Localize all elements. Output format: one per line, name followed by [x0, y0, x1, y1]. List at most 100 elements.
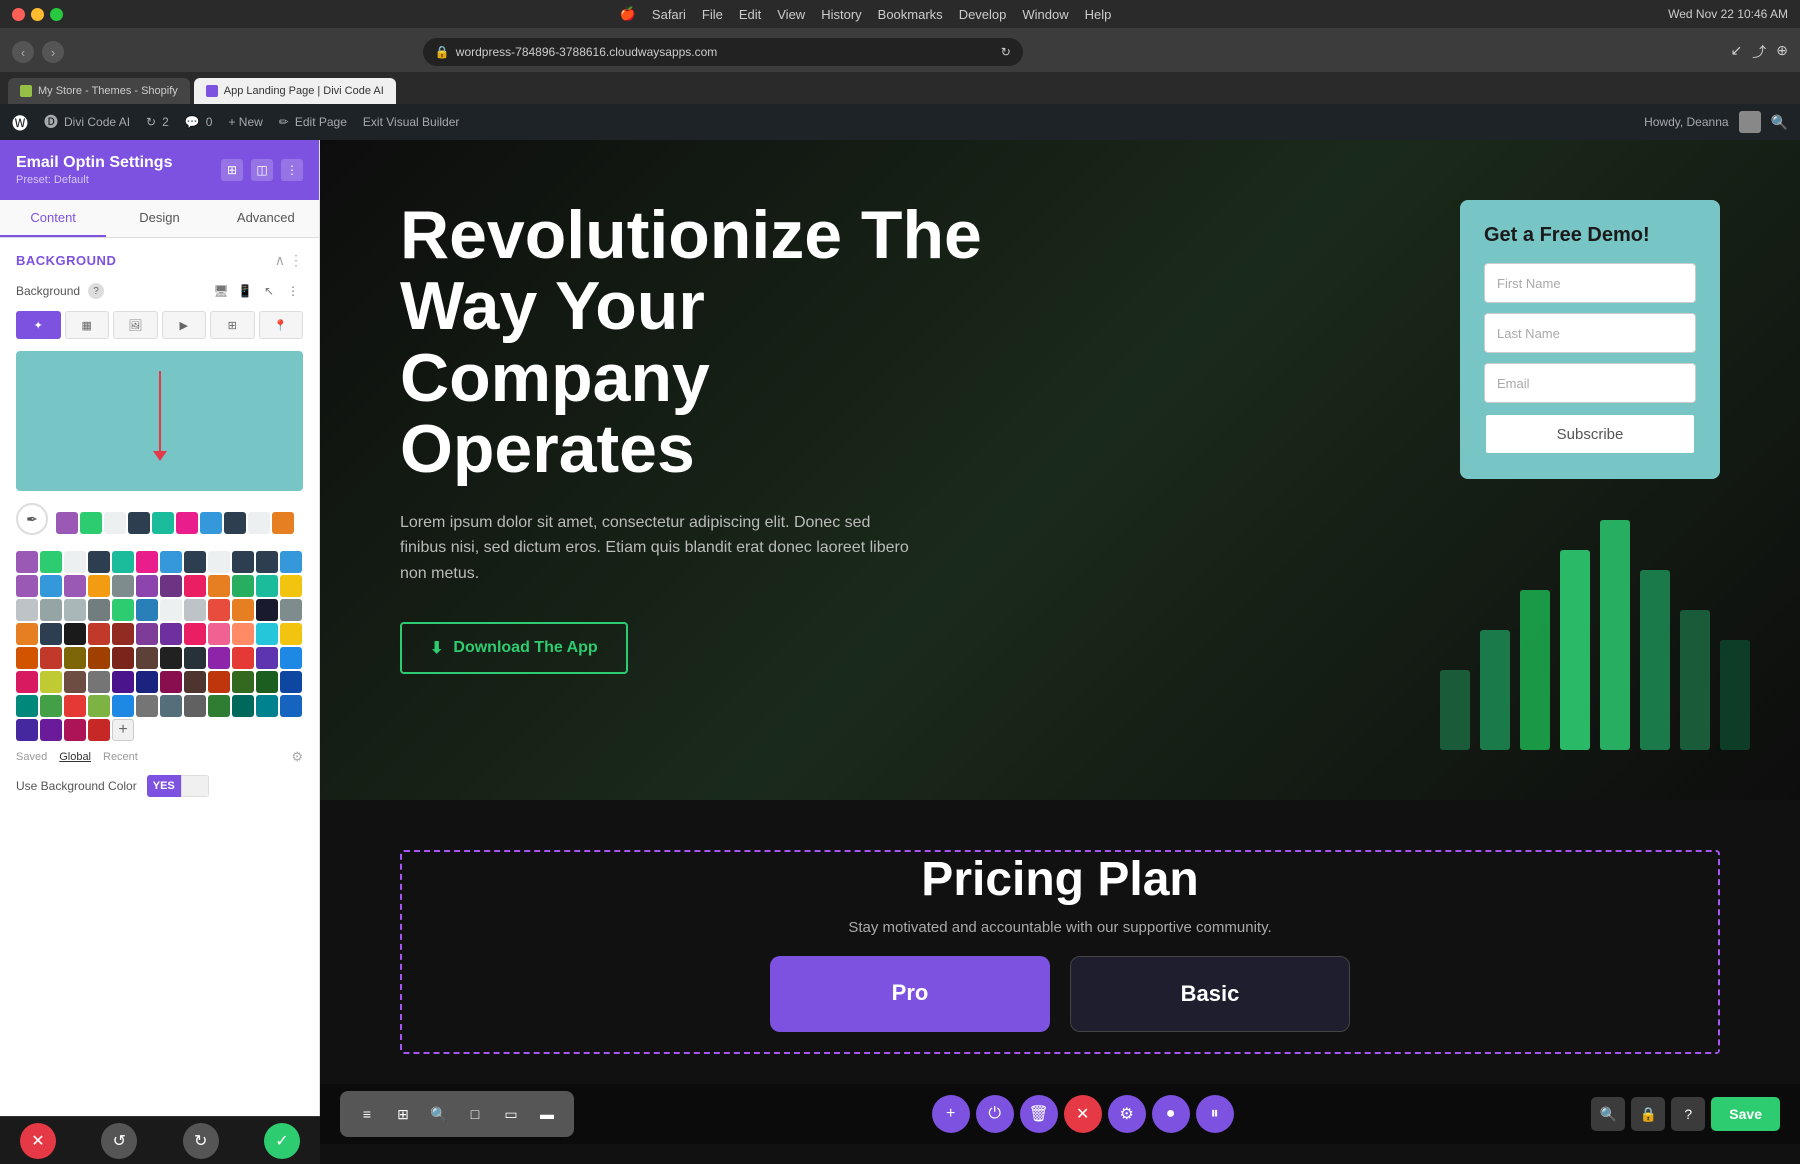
tool-wireframe[interactable]: □ [460, 1099, 490, 1129]
tab-content[interactable]: Content [0, 200, 106, 237]
bg-type-gradient[interactable]: ✦ [16, 311, 61, 339]
palette-swatch-8[interactable] [208, 551, 230, 573]
pause-button[interactable]: ⏸ [1196, 1095, 1234, 1133]
wp-divi-code-ai[interactable]: 🅓 Divi Code AI [44, 112, 130, 132]
palette-tab-global[interactable]: Global [59, 751, 91, 763]
palette-swatch-35[interactable] [280, 599, 302, 621]
palette-swatch-52[interactable] [112, 647, 134, 669]
swatch-purple[interactable] [56, 512, 78, 534]
palette-swatch-16[interactable] [112, 575, 134, 597]
palette-swatch-46[interactable] [256, 623, 278, 645]
palette-swatch-26[interactable] [64, 599, 86, 621]
layout-icon[interactable]: ◫ [251, 159, 273, 181]
palette-swatch-86[interactable] [64, 719, 86, 741]
palette-swatch-31[interactable] [184, 599, 206, 621]
palette-swatch-76[interactable] [112, 695, 134, 717]
bg-more-icon[interactable]: ⋮ [283, 281, 303, 301]
palette-swatch-25[interactable] [40, 599, 62, 621]
first-name-input[interactable]: First Name [1484, 263, 1696, 303]
bg-type-flat[interactable]: ▦ [65, 311, 110, 339]
palette-swatch-57[interactable] [232, 647, 254, 669]
url-bar[interactable]: 🔒 wordpress-784896-3788616.cloudwaysapps… [423, 38, 1023, 66]
close-button[interactable] [12, 8, 25, 21]
minimize-button[interactable] [31, 8, 44, 21]
tool-menu[interactable]: ≡ [352, 1099, 382, 1129]
add-color-button[interactable]: + [112, 719, 134, 741]
bg-help-icon[interactable]: ? [88, 283, 104, 299]
palette-swatch-60[interactable] [16, 671, 38, 693]
palette-swatch-62[interactable] [64, 671, 86, 693]
subscribe-button[interactable]: Subscribe [1484, 413, 1696, 455]
mac-menu-window[interactable]: Window [1022, 7, 1068, 22]
palette-swatch-41[interactable] [136, 623, 158, 645]
last-name-input[interactable]: Last Name [1484, 313, 1696, 353]
search-icon[interactable]: 🔍 [1771, 114, 1788, 131]
mobile-icon[interactable]: 📱 [235, 281, 255, 301]
palette-swatch-3[interactable] [88, 551, 110, 573]
browser-icon-2[interactable]: ⤴ [1752, 42, 1766, 62]
palette-swatch-72[interactable] [16, 695, 38, 717]
palette-swatch-73[interactable] [40, 695, 62, 717]
palette-swatch-36[interactable] [16, 623, 38, 645]
bg-type-video[interactable]: ▶ [162, 311, 207, 339]
palette-swatch-19[interactable] [184, 575, 206, 597]
palette-swatch-78[interactable] [160, 695, 182, 717]
browser-icon-1[interactable]: ↙ [1731, 42, 1743, 62]
palette-swatch-47[interactable] [280, 623, 302, 645]
collapse-icon[interactable]: ∧ [275, 252, 285, 269]
palette-swatch-14[interactable] [64, 575, 86, 597]
mac-menu-file[interactable]: File [702, 7, 723, 22]
mac-menu-bookmarks[interactable]: Bookmarks [878, 7, 943, 22]
palette-swatch-11[interactable] [280, 551, 302, 573]
palette-swatch-18[interactable] [160, 575, 182, 597]
swatch-white[interactable] [248, 512, 270, 534]
palette-settings-icon[interactable]: ⚙ [291, 749, 303, 765]
download-app-button[interactable]: ⬇ Download The App [400, 622, 628, 674]
swatch-light[interactable] [104, 512, 126, 534]
section-more-icon[interactable]: ⋮ [289, 252, 303, 269]
palette-swatch-49[interactable] [40, 647, 62, 669]
reload-icon[interactable]: ↻ [1001, 45, 1011, 59]
undo-button[interactable]: ↺ [101, 1123, 137, 1159]
palette-swatch-50[interactable] [64, 647, 86, 669]
search-right-btn[interactable]: 🔍 [1591, 1097, 1625, 1131]
palette-swatch-38[interactable] [64, 623, 86, 645]
mac-menu-develop[interactable]: Develop [959, 7, 1007, 22]
tab-shopify[interactable]: My Store - Themes - Shopify [8, 78, 190, 104]
palette-swatch-27[interactable] [88, 599, 110, 621]
palette-swatch-34[interactable] [256, 599, 278, 621]
dot-button[interactable]: ● [1152, 1095, 1190, 1133]
wp-exit-builder[interactable]: Exit Visual Builder [363, 115, 460, 129]
palette-swatch-2[interactable] [64, 551, 86, 573]
palette-swatch-70[interactable] [256, 671, 278, 693]
palette-tab-recent[interactable]: Recent [103, 751, 138, 763]
palette-swatch-87[interactable] [88, 719, 110, 741]
palette-swatch-84[interactable] [16, 719, 38, 741]
bg-type-pattern[interactable]: ⊞ [210, 311, 255, 339]
tab-design[interactable]: Design [106, 200, 212, 237]
mac-menu-edit[interactable]: Edit [739, 7, 761, 22]
palette-swatch-7[interactable] [184, 551, 206, 573]
palette-swatch-54[interactable] [160, 647, 182, 669]
palette-swatch-67[interactable] [184, 671, 206, 693]
palette-swatch-29[interactable] [136, 599, 158, 621]
swatch-blue[interactable] [200, 512, 222, 534]
palette-swatch-21[interactable] [232, 575, 254, 597]
palette-tab-saved[interactable]: Saved [16, 751, 47, 763]
tool-grid[interactable]: ⊞ [388, 1099, 418, 1129]
palette-swatch-59[interactable] [280, 647, 302, 669]
email-input[interactable]: Email [1484, 363, 1696, 403]
redo-button[interactable]: ↻ [183, 1123, 219, 1159]
mac-menu-view[interactable]: View [777, 7, 805, 22]
palette-swatch-33[interactable] [232, 599, 254, 621]
mac-menu-safari[interactable]: Safari [652, 7, 686, 22]
palette-swatch-43[interactable] [184, 623, 206, 645]
cancel-button-center[interactable]: ✕ [1064, 1095, 1102, 1133]
mac-menu-history[interactable]: History [821, 7, 861, 22]
confirm-button[interactable]: ✓ [264, 1123, 300, 1159]
palette-swatch-71[interactable] [280, 671, 302, 693]
swatch-orange[interactable] [272, 512, 294, 534]
palette-swatch-83[interactable] [280, 695, 302, 717]
palette-swatch-45[interactable] [232, 623, 254, 645]
delete-button[interactable]: 🗑 [1020, 1095, 1058, 1133]
